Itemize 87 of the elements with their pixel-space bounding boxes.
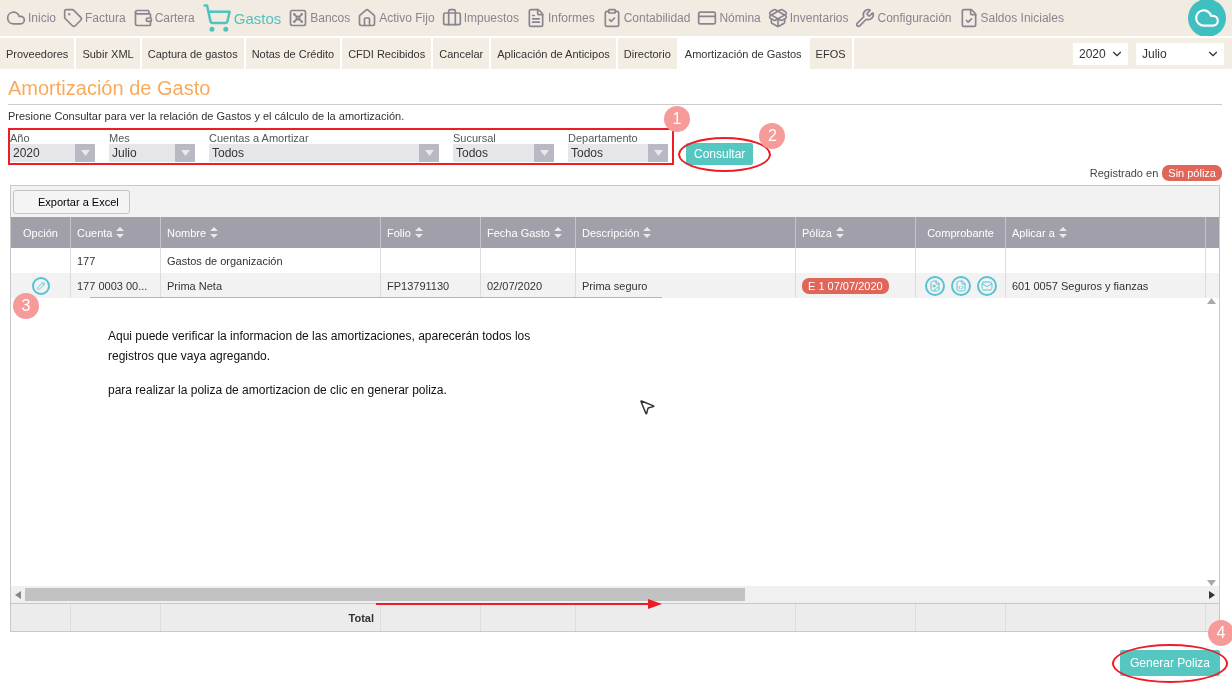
tab[interactable]: Amortización de Gastos (678, 38, 810, 69)
poliza-badge[interactable]: E 1 07/07/2020 (802, 277, 889, 294)
select-field[interactable]: Todos (568, 144, 668, 162)
hint-text: Presione Consultar para ver la relación de Gastos y el cálculo de la amortización. (8, 110, 405, 122)
pdf-icon[interactable] (924, 275, 945, 296)
caret-icon (424, 150, 434, 156)
registered-label: Registrado en (1089, 167, 1159, 179)
xml-icon[interactable] (950, 275, 971, 296)
briefcase-icon (441, 8, 462, 28)
scroll-right-icon[interactable] (1209, 590, 1215, 599)
nav-item[interactable]: Contabilidad (601, 8, 691, 28)
scroll-left-icon[interactable] (15, 590, 21, 599)
nav-item[interactable]: Inicio (6, 8, 56, 28)
nav-item[interactable]: Nómina (697, 8, 761, 28)
nav-item[interactable]: Bancos (288, 8, 351, 28)
table-cell: 601 0057 Seguros y fianzas (1012, 279, 1149, 292)
step-marker: 1 (664, 106, 690, 132)
document-icon (526, 8, 546, 28)
tab[interactable]: CFDI Recibidos (342, 38, 434, 69)
total-label: Total (348, 611, 374, 624)
cursor-icon (638, 398, 656, 416)
field-label: Cuentas a Amortizar (209, 132, 310, 144)
tab[interactable]: Aplicación de Anticipos (491, 38, 618, 69)
table-cell: 02/07/2020 (487, 279, 543, 292)
vertical-scrollbar[interactable] (1204, 298, 1219, 586)
mail-icon[interactable] (976, 275, 997, 296)
select-field[interactable]: Julio (109, 144, 195, 162)
table-cell: Prima Neta (167, 279, 223, 292)
field-label: Departamento (568, 132, 639, 144)
generate-button[interactable]: Generar Poliza (1119, 650, 1220, 676)
nav-item[interactable]: Informes (526, 8, 595, 28)
horizontal-scrollbar[interactable] (11, 586, 1219, 603)
sort-icon (116, 227, 125, 238)
status-badge: Sin póliza (1162, 165, 1222, 181)
tab[interactable]: Cancelar (433, 38, 492, 69)
avatar[interactable] (1188, 0, 1226, 36)
tab[interactable]: Notas de Crédito (245, 38, 343, 69)
page-title: Amortización de Gasto (8, 77, 212, 100)
select-field[interactable]: Todos (209, 144, 439, 162)
table-cell: Gastos de organización (167, 254, 283, 267)
nav-item[interactable]: Saldos Iniciales (958, 8, 1064, 28)
house-icon (357, 8, 378, 28)
step-marker: 4 (1208, 620, 1232, 646)
sort-icon (414, 227, 423, 238)
table-cell: 177 (77, 254, 96, 267)
cloud-icon (6, 8, 26, 28)
nav-item[interactable]: Factura (63, 8, 126, 28)
tab[interactable]: EFOS (809, 38, 854, 69)
tag-icon (63, 8, 83, 28)
nav-item[interactable]: Cartera (132, 8, 195, 28)
sort-icon (643, 227, 652, 238)
select-field[interactable]: Todos (453, 144, 554, 162)
table-cell: 177 0003 00... (77, 279, 148, 292)
consult-button[interactable]: Consultar (686, 143, 754, 165)
caret-icon (180, 150, 190, 156)
nav-item[interactable]: Gastos (201, 3, 282, 33)
month-select[interactable]: Julio (1136, 42, 1224, 65)
tab[interactable]: Proveedores (0, 38, 77, 69)
field-label: Año (10, 132, 31, 144)
sort-icon (1058, 227, 1067, 238)
tab[interactable]: Captura de gastos (141, 38, 246, 69)
field-label: Mes (109, 132, 131, 144)
tab[interactable]: Subir XML (76, 38, 142, 69)
caret-icon (539, 150, 549, 156)
caret-icon (80, 150, 90, 156)
sort-icon (210, 227, 219, 238)
table-cell: FP13791130 (387, 279, 450, 292)
card-icon (697, 8, 718, 28)
note-text: Aqui puede verificar la informacion de las amortizaciones, aparecerán todos los registros que vaya agregando. (108, 328, 532, 365)
sort-icon (835, 227, 844, 238)
edit-icon[interactable] (31, 276, 50, 295)
wrench-icon (855, 8, 876, 28)
year-select[interactable]: 2020 (1073, 42, 1128, 65)
nav-item[interactable]: Configuración (855, 8, 952, 28)
note-text: para realizar la poliza de amortizacion de clic en generar poliza. (108, 382, 448, 399)
field-label: Sucursal (453, 132, 497, 144)
step-marker: 2 (759, 123, 786, 149)
nav-item[interactable]: Inventarios (767, 8, 849, 28)
export-button[interactable]: Exportar a Excel (13, 189, 130, 214)
sort-icon (554, 227, 562, 238)
wallet-icon (132, 8, 153, 28)
nav-item[interactable]: Impuestos (441, 8, 519, 28)
nav-item[interactable]: Activo Fijo (357, 8, 435, 28)
table-cell: Prima seguro (582, 279, 648, 292)
select-field[interactable]: 2020 (10, 144, 95, 162)
caret-icon (653, 150, 663, 156)
cart-icon (201, 3, 232, 33)
